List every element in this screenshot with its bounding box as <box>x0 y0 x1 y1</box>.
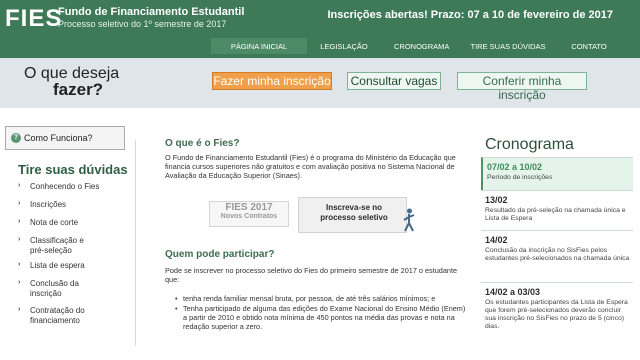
sidebar-item-label: Nota de corte <box>30 218 79 227</box>
bullet-icon: › <box>18 200 21 207</box>
nav-cronograma[interactable]: Cronograma <box>394 42 449 51</box>
bullet-icon: › <box>18 218 21 225</box>
nav-home[interactable]: Página inicial <box>211 38 307 54</box>
cronograma-date: 13/02 <box>485 195 508 205</box>
bullet-icon: › <box>18 261 21 268</box>
sidebar-item-lista[interactable]: › Lista de espera <box>18 261 85 271</box>
sidebar-title: Tire suas dúvidas <box>18 162 128 177</box>
fies-2017-subtitle: Novos Contratos <box>220 213 278 220</box>
sidebar-item-label: Conhecendo o Fies <box>30 182 100 191</box>
cronograma-date: 14/02 a 03/03 <box>485 287 541 297</box>
cronograma-date: 14/02 <box>485 235 508 245</box>
cronograma-text: Resultado da pré-seleção na chamada únic… <box>485 207 626 222</box>
requirements-list: tenha renda familiar mensal bruta, por p… <box>175 294 469 332</box>
registration-banner: Inscrições abertas! Prazo: 07 a 10 de fe… <box>327 9 613 21</box>
sidebar-item-label: Inscrições <box>30 200 67 209</box>
nav-legislacao[interactable]: Legislação <box>316 42 372 51</box>
hero-question: O que deseja fazer? <box>24 66 119 99</box>
bullet-icon: › <box>18 306 21 313</box>
sidebar-item-conclusao[interactable]: › Conclusão da inscrição <box>18 279 100 299</box>
bullet-icon: › <box>18 182 21 189</box>
site-title: Fundo de Financiamento Estudantil <box>58 6 245 18</box>
cronograma-text: Os estudantes participantes da Lista de … <box>485 299 628 330</box>
main-nav: Página inicial Legislação Cronograma Tir… <box>0 38 640 58</box>
fies-2017-box: FIES 2017 Novos Contratos <box>209 201 289 227</box>
how-it-works-label: Como Funciona? <box>24 133 93 143</box>
top-header: FIES Fundo de Financiamento Estudantil P… <box>0 0 640 58</box>
hero-question-line2: fazer? <box>53 80 104 99</box>
main-content: O que é o Fies? O Fundo de Financiamento… <box>165 138 465 331</box>
question-icon: ? <box>11 133 21 143</box>
cronograma-panel: Cronograma 07/02 a 10/02 Período de insc… <box>481 130 640 330</box>
site-subtitle: Processo seletivo do 1º semestre de 2017 <box>58 19 227 29</box>
sidebar-item-label: Lista de espera <box>30 261 85 270</box>
sidebar-item-label: Contratação do financiamento <box>30 306 85 325</box>
sidebar-item-inscricoes[interactable]: › Inscrições <box>18 200 67 210</box>
subscribe-box-label: Inscreva-se no processo seletivo <box>320 203 388 222</box>
sidebar-item-label: Conclusão da inscrição <box>30 279 79 298</box>
what-paragraph: O Fundo de Financiamento Estudantil (Fie… <box>165 153 456 180</box>
cronograma-item[interactable]: 14/02 Conclusão da inscrição no SisFies … <box>481 230 633 282</box>
fies-logo[interactable]: FIES <box>5 5 62 33</box>
person-icon <box>403 208 415 232</box>
sidebar-item-label: Classificação e pré-seleção <box>30 236 84 255</box>
how-it-works-link[interactable]: ? Como Funciona? <box>5 126 125 150</box>
section-title-who: Quem pode participar? <box>165 249 275 260</box>
sidebar-item-nota[interactable]: › Nota de corte <box>18 218 79 228</box>
cronograma-date: 07/02 a 10/02 <box>487 162 543 172</box>
hero-bar: O que deseja fazer? Fazer minha inscrição… <box>0 58 640 108</box>
requirement-item: tenha renda familiar mensal bruta, por p… <box>175 294 469 303</box>
check-vacancies-button[interactable]: Consultar vagas <box>347 72 441 90</box>
cronograma-item[interactable]: 13/02 Resultado da pré-seleção na chamad… <box>481 190 633 230</box>
requirement-item: Tenha participado de alguma das edições … <box>175 304 469 331</box>
bullet-icon: › <box>18 236 21 243</box>
sidebar-item-conhecendo[interactable]: › Conhecendo o Fies <box>18 182 100 192</box>
vertical-divider <box>135 140 136 346</box>
nav-contato[interactable]: Contato <box>570 42 608 51</box>
sidebar-item-classificacao[interactable]: › Classificação e pré-seleção <box>18 236 100 256</box>
cronograma-text: Período de inscrições <box>487 174 553 181</box>
fies-2017-title: FIES 2017 <box>225 202 273 213</box>
who-paragraph: Pode se inscrever no processo seletivo d… <box>165 266 458 284</box>
nav-duvidas[interactable]: Tire suas dúvidas <box>466 42 550 51</box>
check-registration-button[interactable]: Conferir minha inscrição <box>457 72 587 102</box>
bullet-icon: › <box>18 279 21 286</box>
sidebar-item-contratacao[interactable]: › Contratação do financiamento <box>18 306 100 326</box>
cronograma-title: Cronograma <box>485 136 574 153</box>
section-title-what: O que é o Fies? <box>165 138 240 149</box>
cronograma-text: Conclusão da inscrição no SisFies pelos … <box>485 247 630 262</box>
cronograma-item[interactable]: 14/02 a 03/03 Os estudantes participante… <box>481 282 633 352</box>
subscribe-button[interactable]: Fazer minha inscrição <box>212 72 332 90</box>
cronograma-item[interactable]: 07/02 a 10/02 Período de inscrições <box>481 157 633 190</box>
subscribe-box[interactable]: Inscreva-se no processo seletivo <box>298 197 415 233</box>
